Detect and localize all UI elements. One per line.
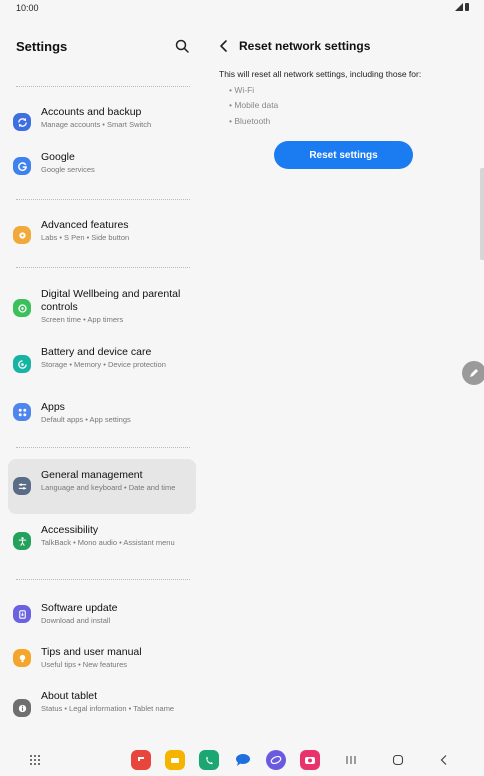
reset-network-pane: Reset network settings This will reset a… <box>204 18 484 740</box>
internet-icon[interactable] <box>266 750 286 770</box>
menu-item-subtitle: Manage accounts • Smart Switch <box>41 120 152 129</box>
sliders-icon <box>13 477 31 495</box>
menu-item-accounts-and-backup[interactable]: Accounts and backup Manage accounts • Sm… <box>8 106 196 142</box>
wellbeing-icon <box>13 299 31 317</box>
search-icon[interactable] <box>174 38 190 54</box>
menu-item-title: Software update <box>41 602 118 614</box>
device-care-icon <box>13 355 31 373</box>
settings-title: Settings <box>16 39 68 54</box>
menu-item-title: Tips and user manual <box>41 646 142 658</box>
status-bar: 10:00 <box>0 0 484 18</box>
menu-item-title: Digital Wellbeing and parental controls <box>41 288 181 313</box>
divider <box>16 199 190 200</box>
menu-item-title: Apps <box>41 401 65 413</box>
menu-item-subtitle: Language and keyboard • Date and time <box>41 483 176 492</box>
flipboard-icon[interactable] <box>131 750 151 770</box>
google-icon <box>13 157 31 175</box>
folder-icon[interactable] <box>165 750 185 770</box>
menu-item-title: Battery and device care <box>41 346 152 358</box>
menu-item-about-tablet[interactable]: About tablet Status • Legal information … <box>8 690 196 730</box>
menu-item-title: About tablet <box>41 690 98 702</box>
menu-item-subtitle: Download and install <box>41 616 111 625</box>
accessibility-icon <box>13 532 31 550</box>
reset-settings-button[interactable]: Reset settings <box>274 141 413 169</box>
menu-item-accessibility[interactable]: Accessibility TalkBack • Mono audio • As… <box>8 524 196 564</box>
back-arrow-icon[interactable] <box>218 39 230 53</box>
divider <box>16 267 190 268</box>
menu-item-title: Accessibility <box>41 524 99 536</box>
menu-item-title: Advanced features <box>41 219 129 231</box>
menu-item-advanced-features[interactable]: Advanced features Labs • S Pen • Side bu… <box>8 219 196 255</box>
bullet-item: • Mobile data <box>229 100 279 110</box>
bullet-item: • Wi-Fi <box>229 85 255 95</box>
menu-item-tips-and-user-manual[interactable]: Tips and user manual Useful tips • New f… <box>8 646 196 678</box>
app-drawer-icon[interactable] <box>27 750 43 770</box>
back-icon[interactable] <box>436 750 452 770</box>
menu-item-apps[interactable]: Apps Default apps • App settings <box>8 401 196 433</box>
divider <box>16 579 190 580</box>
lightbulb-icon <box>13 649 31 667</box>
messages-icon[interactable] <box>233 750 253 770</box>
menu-item-title: General management <box>41 469 143 481</box>
menu-item-title: Accounts and backup <box>41 106 142 118</box>
edit-button[interactable] <box>462 361 484 385</box>
apps-grid-icon <box>13 403 31 421</box>
recent-apps-icon[interactable] <box>343 750 359 770</box>
menu-item-general-management[interactable]: General management Language and keyboard… <box>8 459 196 514</box>
software-update-icon <box>13 605 31 623</box>
gear-plus-icon <box>13 226 31 244</box>
page-title: Reset network settings <box>239 39 371 53</box>
status-time: 10:00 <box>16 3 39 13</box>
home-icon[interactable] <box>390 750 406 770</box>
info-icon <box>13 699 31 717</box>
divider <box>16 86 190 87</box>
menu-item-digital-wellbeing[interactable]: Digital Wellbeing and parental controls … <box>8 288 196 332</box>
side-panel-handle[interactable] <box>480 168 484 260</box>
sync-icon <box>13 113 31 131</box>
menu-item-subtitle: Storage • Memory • Device protection <box>41 360 166 369</box>
pencil-icon <box>470 369 478 377</box>
signal-icon <box>455 3 463 11</box>
phone-icon[interactable] <box>199 750 219 770</box>
bullet-item: • Bluetooth <box>229 116 271 126</box>
menu-item-subtitle: Default apps • App settings <box>41 415 131 424</box>
menu-item-subtitle: Google services <box>41 165 95 174</box>
menu-item-battery-and-device-care[interactable]: Battery and device care Storage • Memory… <box>8 346 196 386</box>
menu-item-subtitle: Useful tips • New features <box>41 660 127 669</box>
menu-item-title: Google <box>41 151 75 163</box>
menu-item-subtitle: Labs • S Pen • Side button <box>41 233 130 242</box>
navigation-bar <box>0 744 484 776</box>
menu-item-subtitle: Status • Legal information • Tablet name <box>41 704 175 713</box>
camera-icon[interactable] <box>300 750 320 770</box>
status-icons <box>455 3 469 11</box>
divider <box>16 447 190 448</box>
battery-icon <box>465 3 469 11</box>
menu-item-google[interactable]: Google Google services <box>8 151 196 187</box>
menu-item-subtitle: Screen time • App timers <box>41 315 124 324</box>
menu-item-software-update[interactable]: Software update Download and install <box>8 602 196 634</box>
menu-item-subtitle: TalkBack • Mono audio • Assistant menu <box>41 538 175 547</box>
settings-list-pane: Settings Accounts and backup Manage acco… <box>0 18 204 740</box>
reset-description: This will reset all network settings, in… <box>219 69 422 79</box>
